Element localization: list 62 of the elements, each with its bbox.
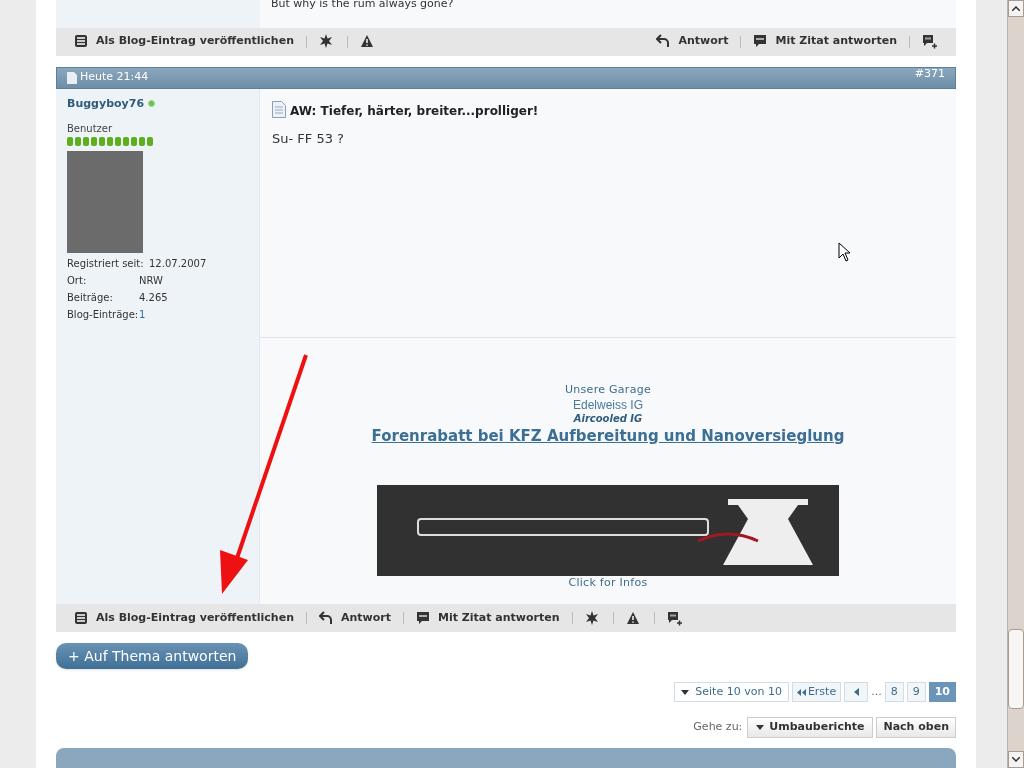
scrollbar[interactable] [1007,0,1024,768]
quote-link[interactable]: Mit Zitat antworten [753,33,897,50]
warn-button[interactable] [360,34,376,50]
signature-text: Click for Infos [568,576,648,591]
user-rank: Benutzer [67,122,114,137]
post-title: AW: Tiefer, härter, breiter...prolliger! [290,102,539,120]
previous-page-button[interactable] [844,682,869,703]
reply-link[interactable]: Antwort [656,33,729,50]
signature-text: Aircooled IG [573,412,643,425]
back-to-top-button[interactable]: Nach oben [876,717,956,739]
quote-link[interactable]: Mit Zitat antworten [416,610,560,627]
banner-image[interactable] [377,485,839,577]
info-value: 4.265 [139,291,168,306]
goto-label: Gehe zu: [693,719,743,736]
multiquote-button[interactable] [666,610,683,626]
star-button[interactable] [584,610,601,626]
double-arrow-left-icon [796,688,806,696]
first-page-button[interactable]: Erste [791,682,842,703]
quote-icon [416,610,432,626]
ellipsis: ... [871,683,882,700]
scroll-up-icon[interactable] [1012,6,1020,11]
info-value-link[interactable]: 1 [139,308,146,323]
quote-plus-icon [922,34,938,50]
mouse-cursor-icon [838,242,851,262]
reply-link[interactable]: Antwort [319,610,391,627]
info-label: Beiträge: [67,291,114,306]
newspaper-icon [74,34,90,50]
signature-link[interactable]: Forenrabatt bei KFZ Aufbereitung und Nanoversieglung [371,424,845,448]
caret-icon [681,689,690,695]
reply-to-thread-button[interactable]: + Auf Thema antworten [56,643,249,670]
post-message: Su- FF 53 ? [272,129,345,148]
newspaper-icon [74,610,90,626]
signature-text: Unsere Garage [565,382,651,397]
arrow-left-icon [853,688,859,697]
username-link[interactable]: Buggyboy76 [67,95,145,113]
quote-plus-icon [666,610,683,626]
forum-jump-dropdown[interactable]: Umbauberichte [747,717,874,739]
page-link[interactable]: 9 [906,682,926,703]
warning-icon [625,610,642,626]
info-value: 12.07.2007 [149,257,207,272]
page-summary-dropdown[interactable]: Seite 10 von 10 [674,682,789,703]
info-value: NRW [139,274,163,289]
multiquote-button[interactable] [922,34,938,50]
document-icon [272,100,286,118]
blog-link[interactable]: Als Blog-Eintrag veröffentlichen [74,33,294,50]
warning-icon [360,34,376,50]
post-date: Heute 21:44 [80,69,149,86]
signature-text: Edelweiss IG [573,396,643,413]
star-icon [319,34,335,50]
page-link[interactable]: 8 [884,682,904,703]
info-label: Registriert seit: [67,257,145,272]
star-button[interactable] [319,34,335,50]
info-label: Blog-Einträge: [67,308,139,323]
scroll-thumb[interactable] [1008,629,1024,709]
star-icon [584,610,601,626]
scroll-down-icon[interactable] [1012,757,1020,762]
caret-icon [756,725,765,731]
blog-link[interactable]: Als Blog-Eintrag veröffentlichen [74,610,294,627]
info-label: Ort: [67,274,88,289]
warn-button[interactable] [625,610,642,626]
document-icon [67,71,77,84]
reply-icon [319,610,335,626]
